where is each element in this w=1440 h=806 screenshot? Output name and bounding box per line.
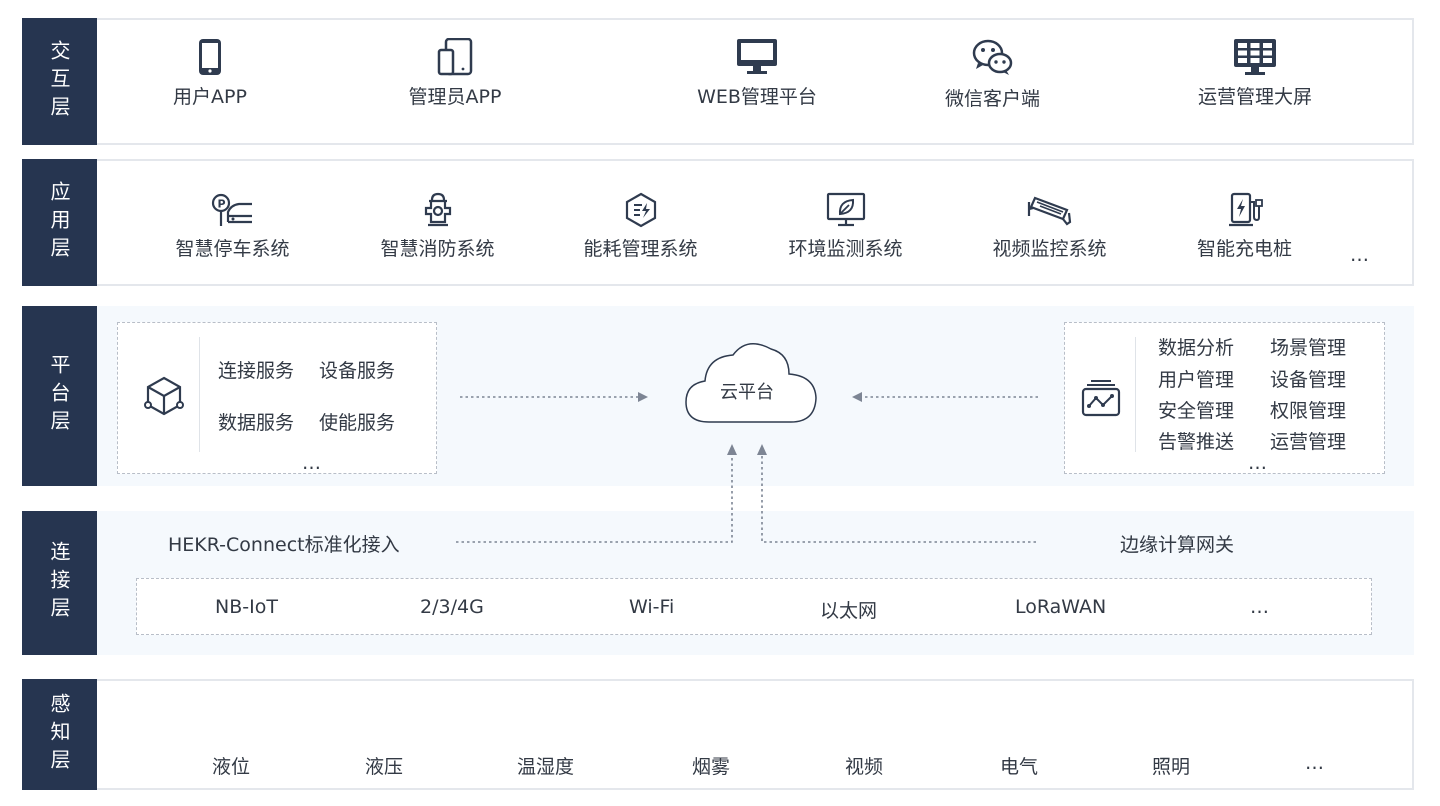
connector-lines: [456, 392, 1038, 543]
arrow-gateway-to-cloud: [761, 454, 1036, 543]
arrow-hekr-to-cloud: [456, 454, 733, 543]
